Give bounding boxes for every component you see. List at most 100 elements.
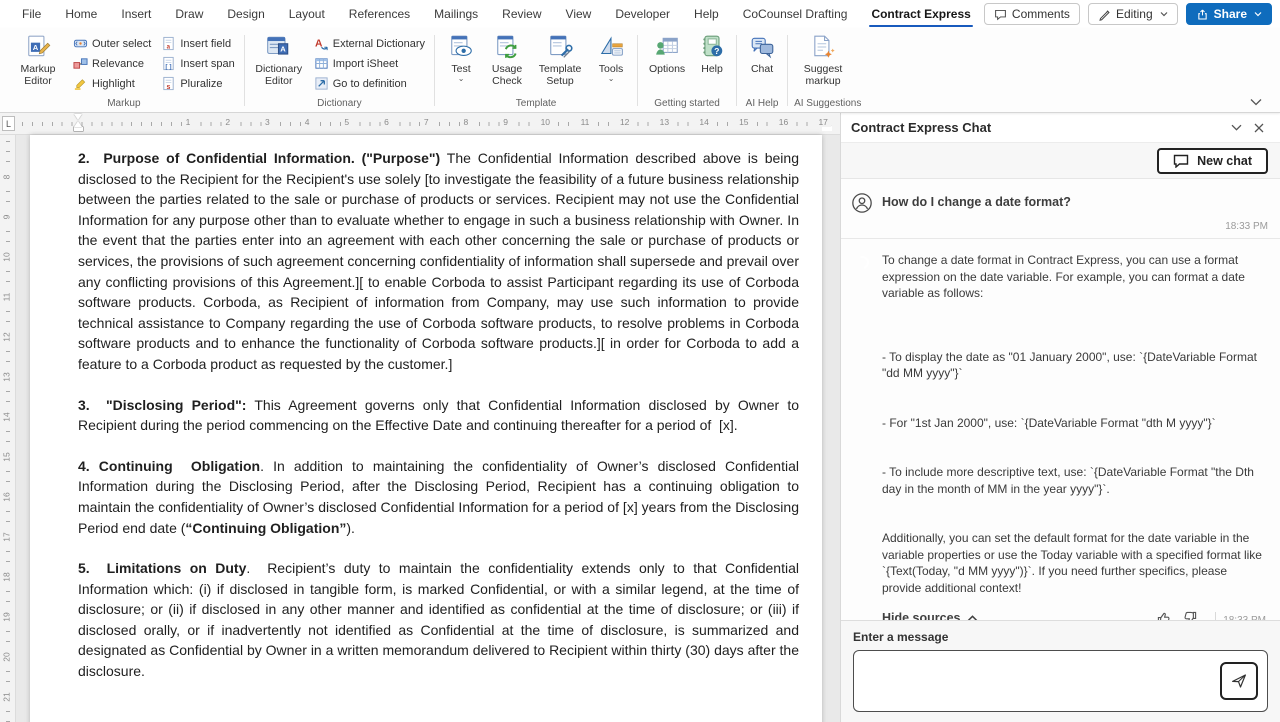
external-dictionary-button[interactable]: A External Dictionary [311,35,428,52]
menu-tab-help[interactable]: Help [682,0,731,28]
paragraph-heading: 2. Purpose of Confidential Information. … [78,150,440,166]
ruler-number: 9 [2,210,14,225]
horizontal-ruler[interactable]: L 1234567891011121314151617 [0,113,840,135]
ruler-number: 17 [815,117,830,127]
insert-span-button[interactable]: [ ] Insert span [158,55,237,72]
comments-button[interactable]: Comments [984,3,1080,25]
highlight-label: Highlight [92,78,135,90]
menu-tab-mailings[interactable]: Mailings [422,0,490,28]
ai-help-group-label: AI Help [743,96,781,112]
ruler-ticks [6,141,10,722]
menu-tab-developer[interactable]: Developer [603,0,682,28]
paragraph-limitations-on-duty: 5. Limitations on Duty. Recipient’s duty… [78,558,799,682]
ribbon-group-ai-suggestions: Suggest markup AI Suggestions [790,31,865,112]
chat-panel-close-button[interactable] [1248,120,1270,136]
message-input[interactable] [853,650,1268,712]
tools-button[interactable]: Tools ⌄ [591,31,631,83]
hide-sources-toggle[interactable]: Hide sources [882,611,978,620]
markup-editor-button[interactable]: A Markup Editor [10,31,66,88]
ruler-number: 12 [2,330,14,345]
menu-tab-review[interactable]: Review [490,0,553,28]
relevance-icon [73,56,88,71]
vertical-ruler[interactable]: 89101112131415161718192021 [0,135,16,722]
ruler-number: 18 [2,570,14,585]
paragraph-disclosing-period: 3. "Disclosing Period": This Agreement g… [78,395,799,436]
template-setup-button[interactable]: Template Setup [533,31,587,88]
dropdown-caret-icon: ⌄ [608,75,615,82]
menu-bar: File Home Insert Draw Design Layout Refe… [0,0,1280,28]
send-message-button[interactable] [1220,662,1258,700]
usage-check-label: Usage Check [487,63,527,87]
go-to-definition-button[interactable]: Go to definition [311,75,428,92]
go-to-definition-icon [314,76,329,91]
new-chat-button[interactable]: New chat [1157,148,1268,174]
insert-field-button[interactable]: a Insert field [158,35,237,52]
assistant-outro-text: Additionally, you can set the default fo… [882,530,1268,596]
template-setup-label: Template Setup [535,63,585,87]
ruler-number: 14 [696,117,711,127]
menu-tab-draw[interactable]: Draw [163,0,215,28]
ruler-number: 17 [2,530,14,545]
help-button[interactable]: ? Help [694,31,730,76]
menu-tab-insert[interactable]: Insert [109,0,163,28]
import-isheet-icon [314,56,329,71]
test-icon [448,34,475,60]
collapse-ribbon-button[interactable] [1244,96,1268,108]
import-isheet-button[interactable]: Import iSheet [311,55,428,72]
pencil-icon [1098,8,1111,21]
menu-tab-contract-express[interactable]: Contract Express [859,0,982,28]
test-button[interactable]: Test ⌄ [441,31,481,83]
chat-panel-header: Contract Express Chat [841,113,1280,143]
ruler-number: 13 [2,370,14,385]
tab-stop-selector[interactable]: L [2,116,15,131]
dictionary-group-label: Dictionary [251,96,428,112]
ribbon: A Markup Editor Outer select Relevance H… [0,28,1280,113]
outer-select-button[interactable]: Outer select [70,35,154,52]
menu-tab-home[interactable]: Home [53,0,109,28]
group-divider [787,35,788,106]
suggest-markup-label: Suggest markup [796,63,850,87]
ruler-number: 9 [500,117,511,127]
chat-message-list[interactable]: How do I change a date format? 18:33 PM … [841,179,1280,620]
user-message-text: How do I change a date format? [882,192,1268,209]
share-button[interactable]: Share [1186,3,1272,25]
thumbs-up-button[interactable] [1156,610,1172,620]
markup-editor-label: Markup Editor [12,63,64,87]
chat-panel-collapse-button[interactable] [1225,121,1248,134]
assistant-bullet: - To include more descriptive text, use:… [882,464,1268,497]
ruler-number: 19 [2,610,14,625]
ruler-number: 16 [776,117,791,127]
chat-input-area: Enter a message [841,620,1280,722]
paragraph-heading: 5. Limitations on Duty [78,560,246,576]
usage-check-button[interactable]: Usage Check [485,31,529,88]
menu-tab-cocounsel-drafting[interactable]: CoCounsel Drafting [731,0,860,28]
indent-marker-left[interactable] [74,114,83,133]
assistant-message: To change a date format in Contract Expr… [841,239,1280,620]
suggest-markup-button[interactable]: Suggest markup [794,31,852,88]
user-avatar-icon [851,192,873,214]
external-dictionary-label: External Dictionary [333,38,425,50]
menu-tab-view[interactable]: View [554,0,604,28]
editing-mode-button[interactable]: Editing [1088,3,1178,25]
ruler-number: 4 [302,117,313,127]
menu-tab-file[interactable]: File [10,0,53,28]
chat-button[interactable]: Chat [743,31,781,76]
thumbs-down-button[interactable] [1182,610,1198,620]
outer-select-icon [73,36,88,51]
ruler-number: 16 [2,490,14,505]
menu-tab-layout[interactable]: Layout [277,0,337,28]
chat-label: Chat [751,63,773,75]
share-label: Share [1214,7,1247,21]
ruler-number: 12 [617,117,632,127]
menu-tab-references[interactable]: References [337,0,422,28]
document-page[interactable]: 2. Purpose of Confidential Information. … [30,135,822,722]
relevance-button[interactable]: Relevance [70,55,154,72]
ruler-number: 7 [421,117,432,127]
options-button[interactable]: Options [644,31,690,76]
menu-tab-design[interactable]: Design [215,0,276,28]
hide-sources-label: Hide sources [882,611,961,620]
pluralize-button[interactable]: s Pluralize [158,75,237,92]
dictionary-editor-button[interactable]: A Dictionary Editor [251,31,307,88]
tools-icon [598,34,625,60]
highlight-button[interactable]: Highlight [70,75,154,92]
